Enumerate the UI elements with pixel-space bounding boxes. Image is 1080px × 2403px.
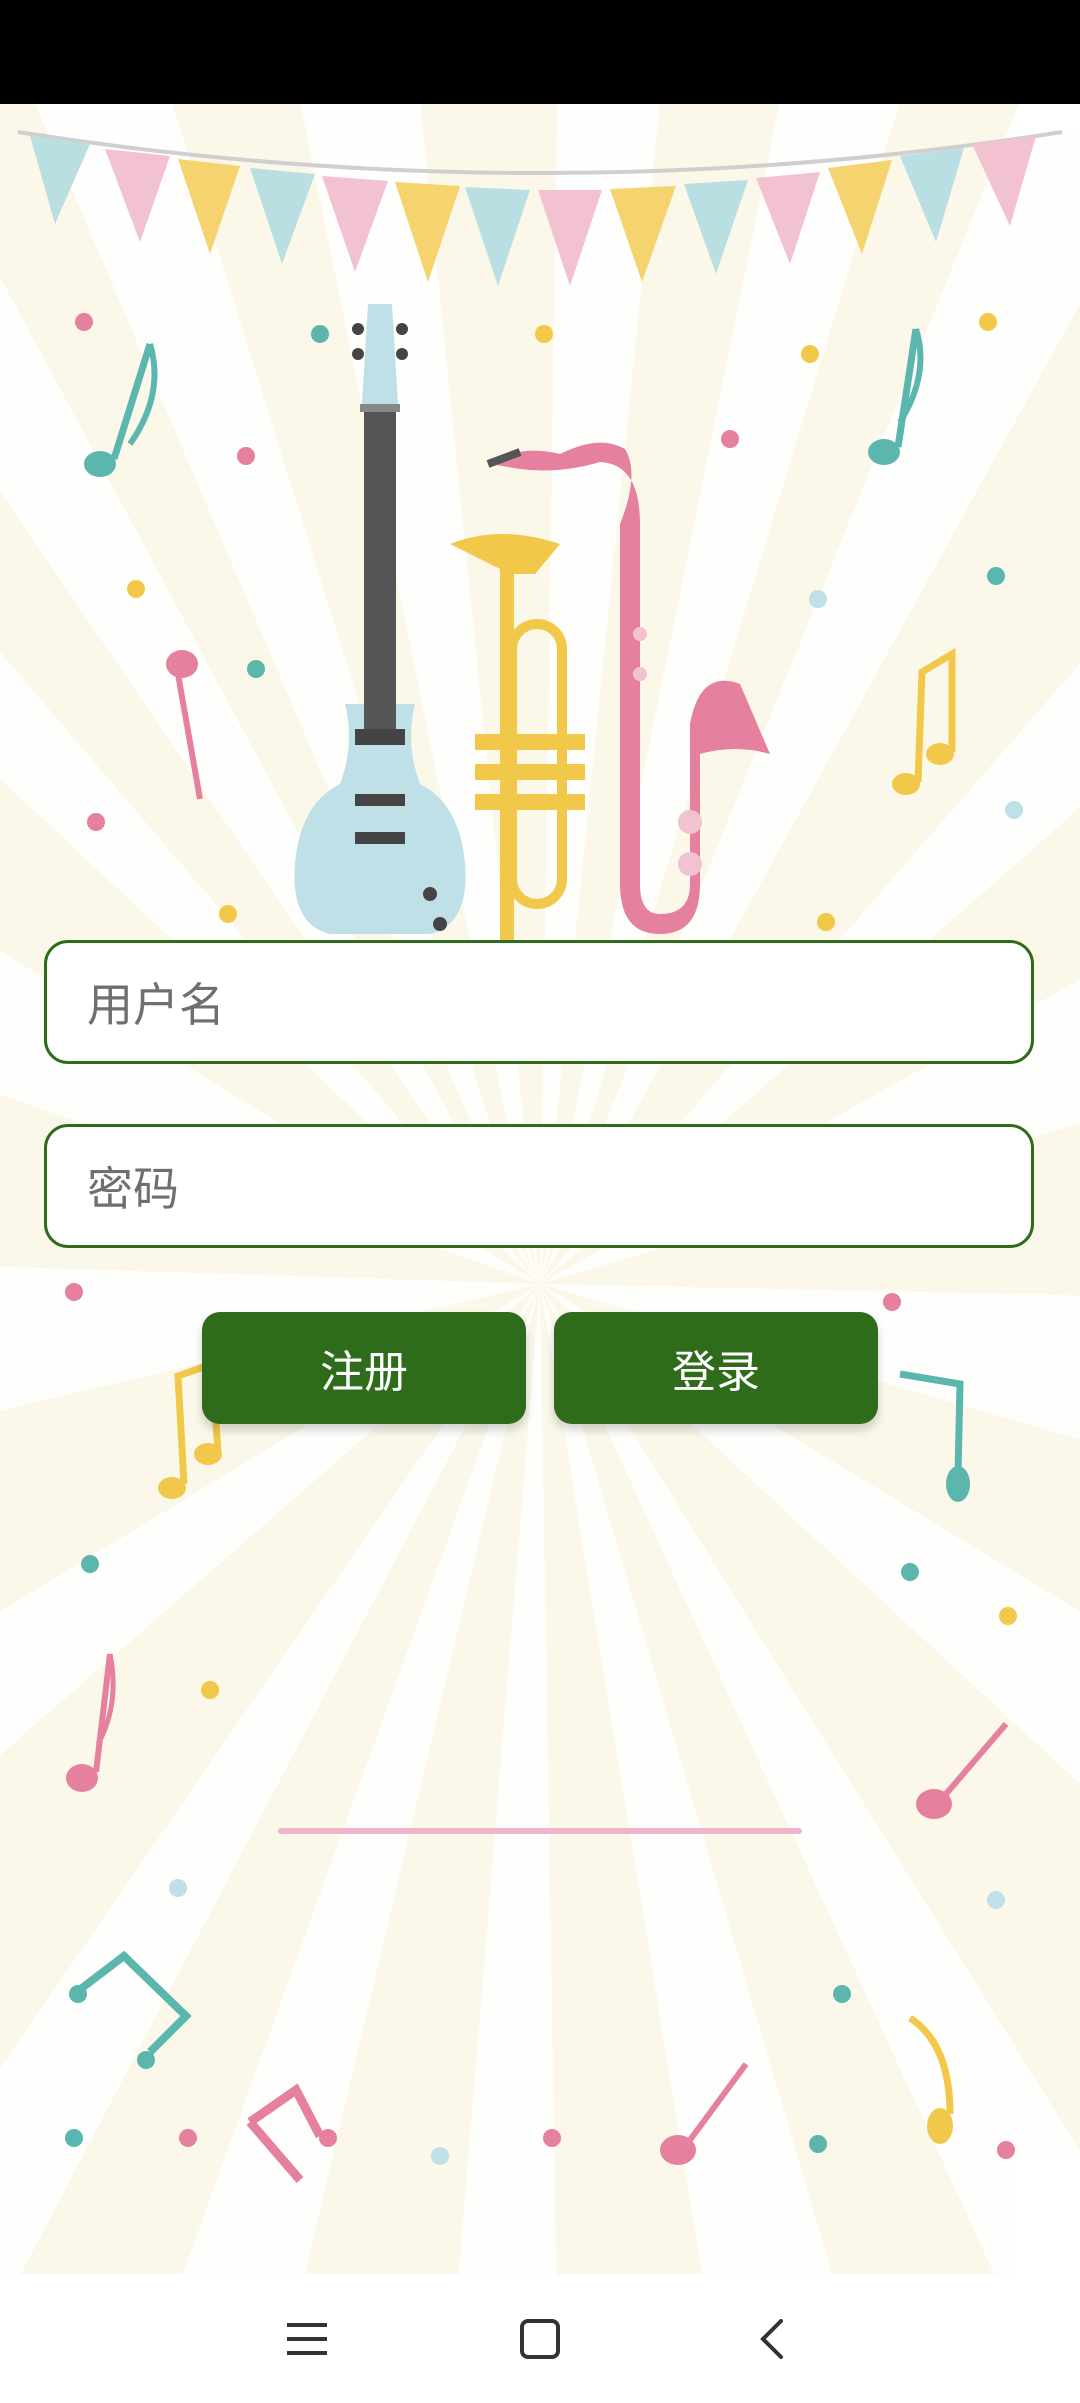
note-pink-bottom	[246, 2083, 337, 2183]
note-teal-mid-right	[899, 1370, 970, 1502]
trumpet-illustration	[450, 534, 585, 944]
bunting-flags	[30, 136, 1036, 286]
login-button[interactable]: 登录	[554, 1312, 878, 1424]
back-icon[interactable]	[728, 2294, 818, 2384]
note-pink-lower-right	[916, 1722, 1009, 1819]
note-teal-right	[868, 328, 924, 465]
note-pink-left	[166, 650, 203, 800]
username-input[interactable]: 用户名	[44, 940, 1034, 1064]
guitar-illustration	[294, 304, 466, 934]
password-input[interactable]: 密码	[44, 1124, 1034, 1248]
note-teal-left	[84, 342, 158, 477]
home-icon[interactable]	[495, 2294, 585, 2384]
register-button[interactable]: 注册	[202, 1312, 526, 1424]
menu-icon[interactable]	[262, 2294, 352, 2384]
divider-line	[278, 1828, 802, 1834]
saxophone-illustration	[486, 442, 770, 934]
note-yellow-right	[892, 647, 956, 795]
note-pink-bottom-mid	[660, 2062, 749, 2165]
status-bar	[0, 0, 1080, 104]
note-pink-lower-left	[66, 1653, 116, 1792]
note-yellow-bottom-right	[908, 2015, 954, 2144]
note-teal-bottom-left	[69, 1950, 192, 2069]
navigation-bar	[0, 2274, 1080, 2403]
